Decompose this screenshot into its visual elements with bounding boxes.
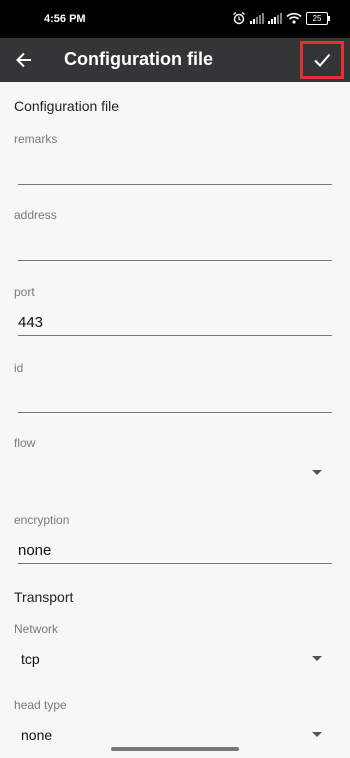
status-icons: 25 [232,10,330,26]
alarm-icon [233,12,245,25]
address-input[interactable] [18,235,332,261]
wifi-icon [286,12,302,24]
page-title: Configuration file [64,49,213,69]
signal-icon [268,12,282,24]
head-type-select[interactable]: none [18,723,332,749]
section-title-config: Configuration file [14,98,120,114]
port-input[interactable] [18,310,332,336]
dropdown-arrow-icon [312,470,322,475]
flow-select[interactable] [18,461,332,487]
id-label: id [14,361,24,375]
remarks-input[interactable] [18,159,332,185]
network-label: Network [14,622,59,636]
network-select[interactable]: tcp [18,647,332,673]
encryption-input[interactable] [18,538,332,564]
dropdown-arrow-icon [312,656,322,661]
port-label: port [14,285,35,299]
flow-label: flow [14,436,36,450]
encryption-label: encryption [14,513,70,527]
section-title-transport: Transport [14,589,74,605]
signal-icon [250,12,264,24]
remarks-label: remarks [14,132,58,146]
check-icon [314,53,331,67]
status-time: 4:56 PM [44,13,86,25]
status-bar: 4:56 PM 25 [0,0,350,38]
head-type-label: head type [14,698,67,712]
address-label: address [14,208,57,222]
dropdown-arrow-icon [312,732,322,737]
back-button[interactable] [10,46,38,74]
head-type-value: none [21,727,53,743]
back-arrow-icon [16,52,31,68]
battery-icon: 25 [306,11,330,25]
home-indicator[interactable] [111,747,239,751]
app-bar: Configuration file [0,38,350,82]
id-input[interactable] [18,387,332,413]
save-button[interactable] [300,41,344,79]
network-value: tcp [21,651,40,667]
